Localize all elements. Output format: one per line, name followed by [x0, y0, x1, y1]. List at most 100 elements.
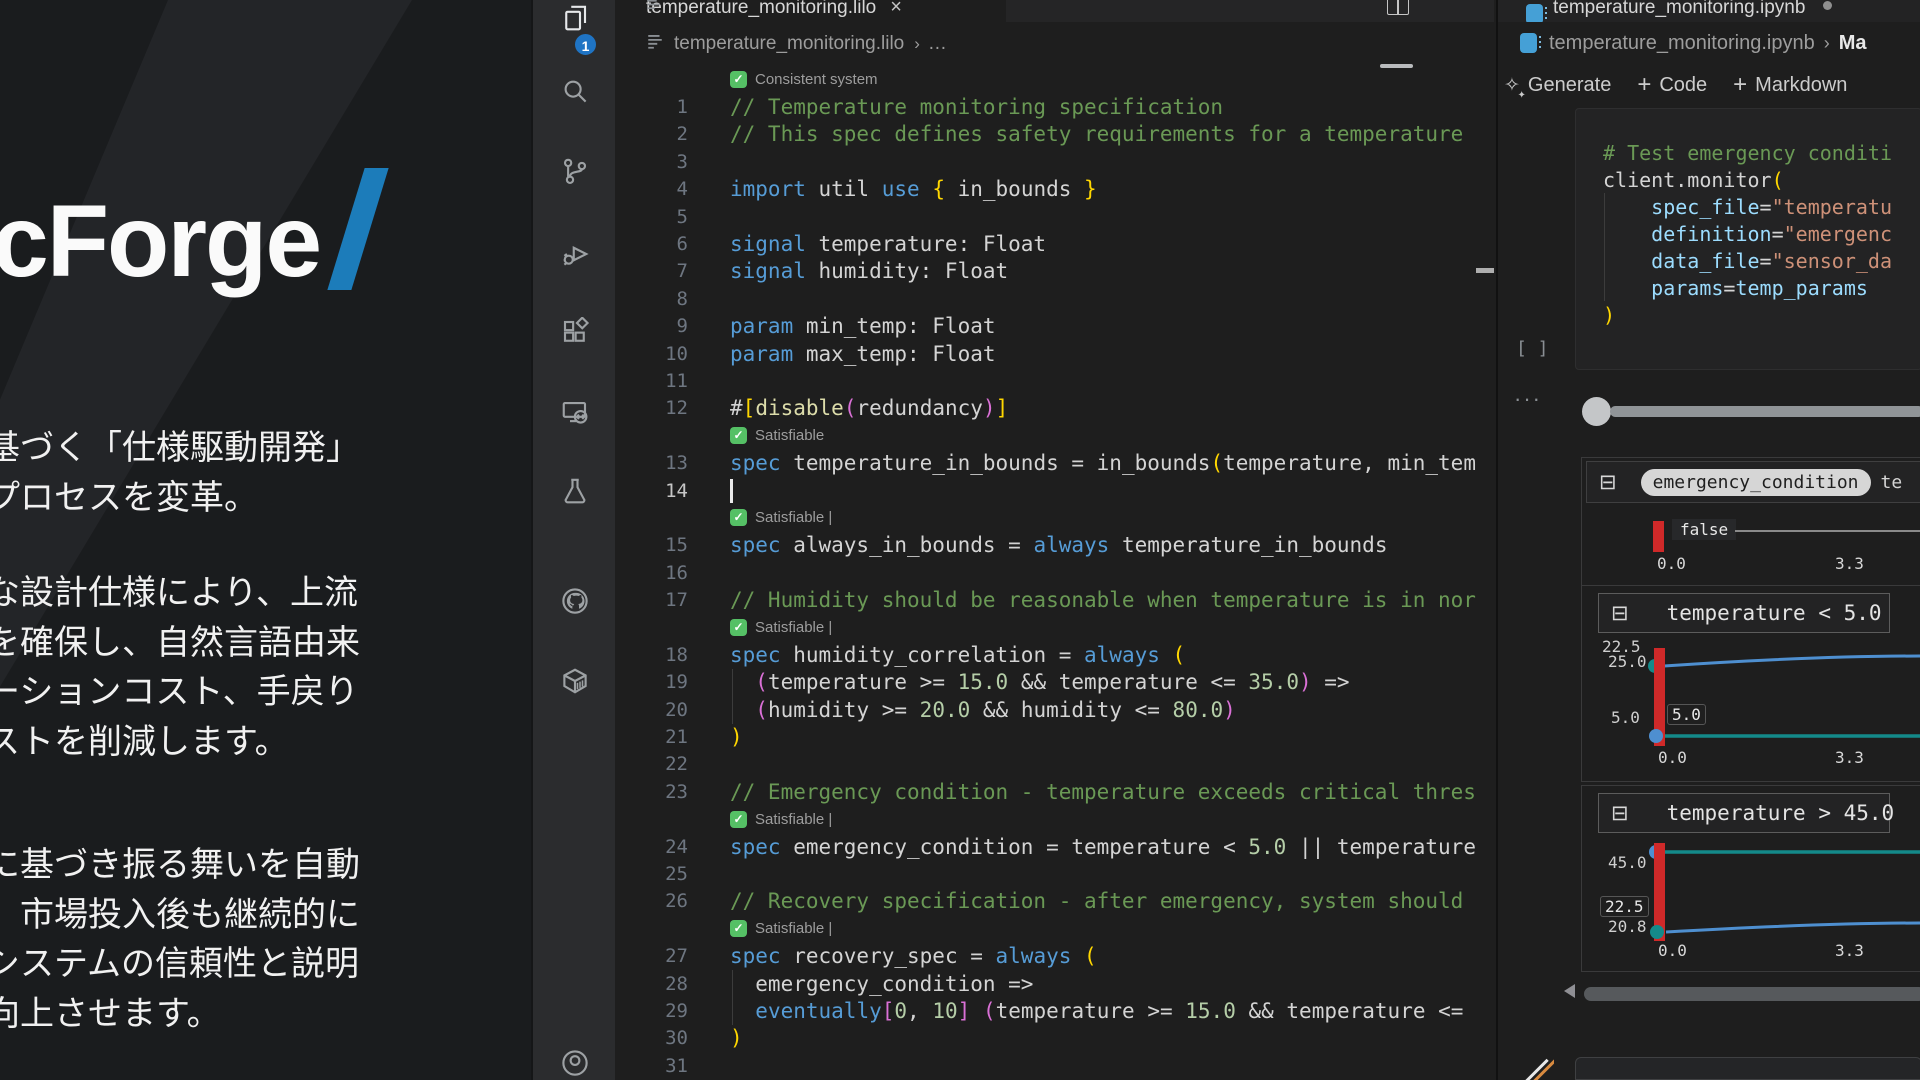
time-slider-knob[interactable]: [1582, 397, 1611, 426]
code-line: 1// Temperature monitoring specification: [615, 93, 1494, 120]
plot-widget-temperature-lt-5[interactable]: ⊟ temperature < 5.0 22.5 25.0 5.0 5.0 0.…: [1581, 585, 1920, 782]
code-line: 14: [615, 477, 1494, 504]
notebook-icon: [1520, 33, 1537, 53]
logo-slash-icon: [327, 168, 388, 290]
code-line: 10param max_temp: Float: [615, 340, 1494, 367]
add-code-button[interactable]: + Code: [1637, 71, 1707, 99]
indent-guide: [732, 970, 733, 1025]
breadcrumb[interactable]: temperature_monitoring.lilo › …: [615, 22, 1494, 66]
cell-code-lines: # Test emergency conditiclient.monitor( …: [1603, 139, 1892, 328]
codelens: ✓Satisfiable |: [615, 915, 1494, 942]
text-cursor: [730, 479, 733, 503]
y-tick-box: 22.5: [1600, 896, 1649, 917]
code-line: 12#[disable(redundancy)]: [615, 395, 1494, 422]
y-threshold-label: 5.0: [1611, 708, 1640, 727]
explorer-icon[interactable]: [560, 3, 590, 33]
cursor-marker: [1653, 521, 1664, 552]
x-tick: 3.3: [1835, 748, 1864, 767]
clipped-content-mark: [1524, 1058, 1554, 1080]
threshold-start-dot: [1649, 729, 1663, 743]
x-tick: 3.3: [1835, 941, 1864, 960]
hero-paragraph-3: に基づき振る舞いを自動 、市場投入後も継続的に システムの信頼性と説明 向上させ…: [0, 841, 360, 1039]
split-editor-icon[interactable]: [1387, 0, 1409, 15]
modified-dot-icon[interactable]: [1823, 1, 1832, 10]
code-line: 24spec emergency_condition = temperature…: [615, 833, 1494, 860]
collapse-icon[interactable]: ⊟: [1599, 472, 1617, 493]
close-icon[interactable]: ×: [890, 0, 902, 21]
activity-bar: 1: [531, 0, 615, 1080]
add-markdown-button[interactable]: + Markdown: [1733, 71, 1847, 99]
codelens: ✓Satisfiable: [615, 422, 1494, 449]
code-line: 4import util use { in_bounds }: [615, 176, 1494, 203]
code-line: 23// Emergency condition - temperature e…: [615, 778, 1494, 805]
notebook-code-cell[interactable]: # Test emergency conditiclient.monitor( …: [1575, 108, 1920, 370]
x-tick: 0.0: [1658, 941, 1687, 960]
codelens: ✓Satisfiable |: [615, 806, 1494, 833]
code-line: 16: [615, 559, 1494, 586]
generate-button[interactable]: ✧ Generate: [1498, 74, 1611, 97]
chevron-right-icon: ›: [1824, 33, 1830, 54]
code-line: 30): [615, 1025, 1494, 1052]
codelens: ✓Consistent system: [615, 66, 1494, 93]
remote-explorer-icon[interactable]: [560, 398, 590, 428]
cell-code-line: definition="emergenc: [1603, 220, 1892, 247]
source-control-icon[interactable]: [560, 156, 590, 186]
breadcrumb-file[interactable]: temperature_monitoring.lilo: [674, 33, 904, 55]
code-line: 25: [615, 860, 1494, 887]
x-tick: 3.3: [1835, 554, 1864, 573]
widget-header[interactable]: ⊟ emergency_condition te: [1586, 461, 1920, 503]
indent-guide: [732, 669, 733, 724]
container-icon[interactable]: [560, 666, 590, 696]
scroll-left-icon[interactable]: [1564, 984, 1575, 998]
next-cell-top[interactable]: [1575, 1057, 1920, 1080]
breadcrumb-segment[interactable]: Ma: [1839, 32, 1867, 55]
search-icon[interactable]: [560, 76, 590, 106]
plot-widget-emergency-condition[interactable]: ⊟ emergency_condition te false 0.0 3.3: [1581, 457, 1920, 588]
x-tick: 0.0: [1658, 748, 1687, 767]
code-line: 29 eventually[0, 10] (temperature >= 15.…: [615, 997, 1494, 1024]
y-value-label: 20.8: [1608, 917, 1647, 936]
overview-ruler-mark: [1476, 268, 1494, 273]
signal-trace: [1735, 530, 1920, 532]
check-icon: ✓: [730, 71, 747, 88]
tab-temperature-monitoring-ipynb[interactable]: temperature_monitoring.ipynb: [1553, 0, 1805, 22]
hero-paragraph-2: な設計仕様により、上流 を確保し、自然言語由来 ーションコスト、手戻り ストを削…: [0, 569, 360, 767]
code-line: 27spec recovery_spec = always (: [615, 943, 1494, 970]
notebook-panel[interactable]: temperature_monitoring.ipynb temperature…: [1496, 0, 1920, 1080]
tab-temperature-monitoring-lilo[interactable]: temperature_monitoring.lilo ×: [615, 0, 1006, 22]
code-line: 6signal temperature: Float: [615, 230, 1494, 257]
series-start-dot: [1650, 925, 1664, 939]
code-editor[interactable]: temperature_monitoring.lilo × temperatur…: [615, 0, 1494, 1080]
time-slider-track[interactable]: [1610, 406, 1920, 417]
code-line: 28 emergency_condition =>: [615, 970, 1494, 997]
code-lines[interactable]: ✓Consistent system1// Temperature monito…: [615, 66, 1494, 1079]
breadcrumb-file[interactable]: temperature_monitoring.ipynb: [1549, 32, 1815, 55]
breadcrumb-more[interactable]: …: [928, 33, 947, 55]
signal-value-label: false: [1672, 519, 1736, 540]
code-line: 17// Humidity should be reasonable when …: [615, 586, 1494, 613]
file-icon: [645, 0, 662, 18]
cell-code-line: ): [1603, 301, 1892, 328]
github-icon[interactable]: [560, 586, 590, 616]
execution-count: [ ]: [1516, 338, 1549, 359]
test-beaker-icon[interactable]: [560, 476, 590, 506]
check-icon: ✓: [730, 619, 747, 636]
notebook-breadcrumb[interactable]: temperature_monitoring.ipynb › Ma: [1498, 22, 1920, 64]
codelens: ✓Satisfiable |: [615, 504, 1494, 531]
signal-pill[interactable]: emergency_condition: [1641, 469, 1871, 496]
code-line: 21): [615, 723, 1494, 750]
plus-icon: +: [1637, 71, 1651, 99]
hero-paragraph-1: 基づく「仕様駆動開発」 プロセスを変革。: [0, 424, 360, 523]
horizontal-scrollbar[interactable]: [1584, 987, 1920, 1001]
code-line: 3: [615, 148, 1494, 175]
account-icon[interactable]: [560, 1048, 590, 1078]
more-actions-icon[interactable]: ···: [1514, 386, 1542, 412]
code-line: 2// This spec defines safety requirement…: [615, 121, 1494, 148]
chevron-right-icon: ›: [914, 34, 920, 54]
y-threshold-label: 45.0: [1608, 853, 1647, 872]
logo: cForge: [0, 168, 370, 300]
run-debug-icon[interactable]: [560, 239, 590, 269]
extensions-icon[interactable]: [560, 317, 590, 347]
plot-widget-temperature-gt-45[interactable]: ⊟ temperature > 45.0 45.0 22.5 20.8 0.0 …: [1581, 785, 1920, 972]
check-icon: ✓: [730, 811, 747, 828]
